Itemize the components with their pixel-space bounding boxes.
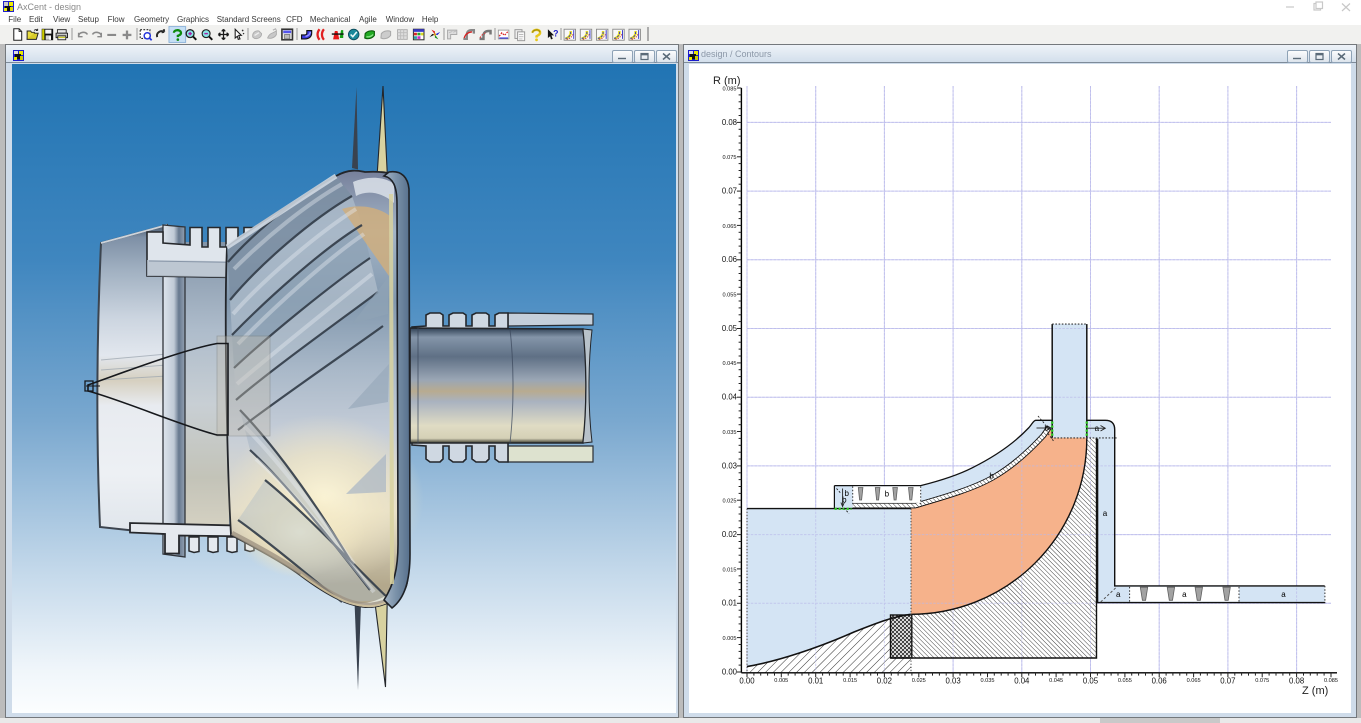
svg-text:0.00: 0.00 <box>722 667 738 676</box>
svg-text:0.00: 0.00 <box>739 677 755 686</box>
svg-text:0.045: 0.045 <box>723 361 737 367</box>
svg-text:?: ? <box>553 28 558 38</box>
svg-text:0.035: 0.035 <box>981 678 995 684</box>
svg-text:0.02: 0.02 <box>877 677 892 686</box>
svg-text:0.06: 0.06 <box>722 255 737 264</box>
svg-text:b: b <box>989 471 994 480</box>
svg-text:0.055: 0.055 <box>1118 678 1132 684</box>
svg-text:0.085: 0.085 <box>723 86 737 92</box>
svg-text:0.035: 0.035 <box>723 430 737 436</box>
svg-text:0.08: 0.08 <box>722 118 737 127</box>
svg-text:b: b <box>885 490 890 499</box>
svg-text:b: b <box>842 495 847 504</box>
svg-text:0.015: 0.015 <box>843 678 857 684</box>
svg-text:a: a <box>1095 424 1100 433</box>
svg-text:0.075: 0.075 <box>1255 678 1269 684</box>
svg-text:0.045: 0.045 <box>1049 678 1063 684</box>
svg-text:0.07: 0.07 <box>1220 677 1235 686</box>
svg-text:0.01: 0.01 <box>722 599 737 608</box>
svg-text:0.065: 0.065 <box>1187 678 1201 684</box>
svg-text:0.05: 0.05 <box>1083 677 1099 686</box>
svg-text:a: a <box>1281 590 1286 599</box>
svg-text:0.085: 0.085 <box>1324 678 1338 684</box>
svg-text:0.04: 0.04 <box>1014 677 1030 686</box>
svg-text:Z (m): Z (m) <box>1302 685 1328 697</box>
svg-text:0.005: 0.005 <box>774 678 788 684</box>
svg-text:a: a <box>1116 590 1121 599</box>
svg-text:0.03: 0.03 <box>722 461 737 470</box>
svg-text:0.07: 0.07 <box>722 187 737 196</box>
svg-text:0.025: 0.025 <box>912 678 926 684</box>
svg-text:0.015: 0.015 <box>723 567 737 573</box>
svg-text:R (m): R (m) <box>713 75 741 87</box>
svg-text:0.005: 0.005 <box>723 636 737 642</box>
svg-text:0.02: 0.02 <box>722 530 737 539</box>
svg-text:a: a <box>1103 509 1108 518</box>
svg-text:0.06: 0.06 <box>1152 677 1167 686</box>
svg-text:0.075: 0.075 <box>723 155 737 161</box>
svg-text:0.025: 0.025 <box>723 499 737 505</box>
svg-text:a: a <box>1182 590 1187 599</box>
svg-text:0.05: 0.05 <box>722 324 738 333</box>
svg-text:b: b <box>1044 423 1049 432</box>
svg-text:0.065: 0.065 <box>723 224 737 230</box>
svg-text:0.01: 0.01 <box>808 677 823 686</box>
svg-text:0.03: 0.03 <box>946 677 961 686</box>
svg-text:0.04: 0.04 <box>722 393 738 402</box>
svg-text:0.055: 0.055 <box>723 293 737 299</box>
